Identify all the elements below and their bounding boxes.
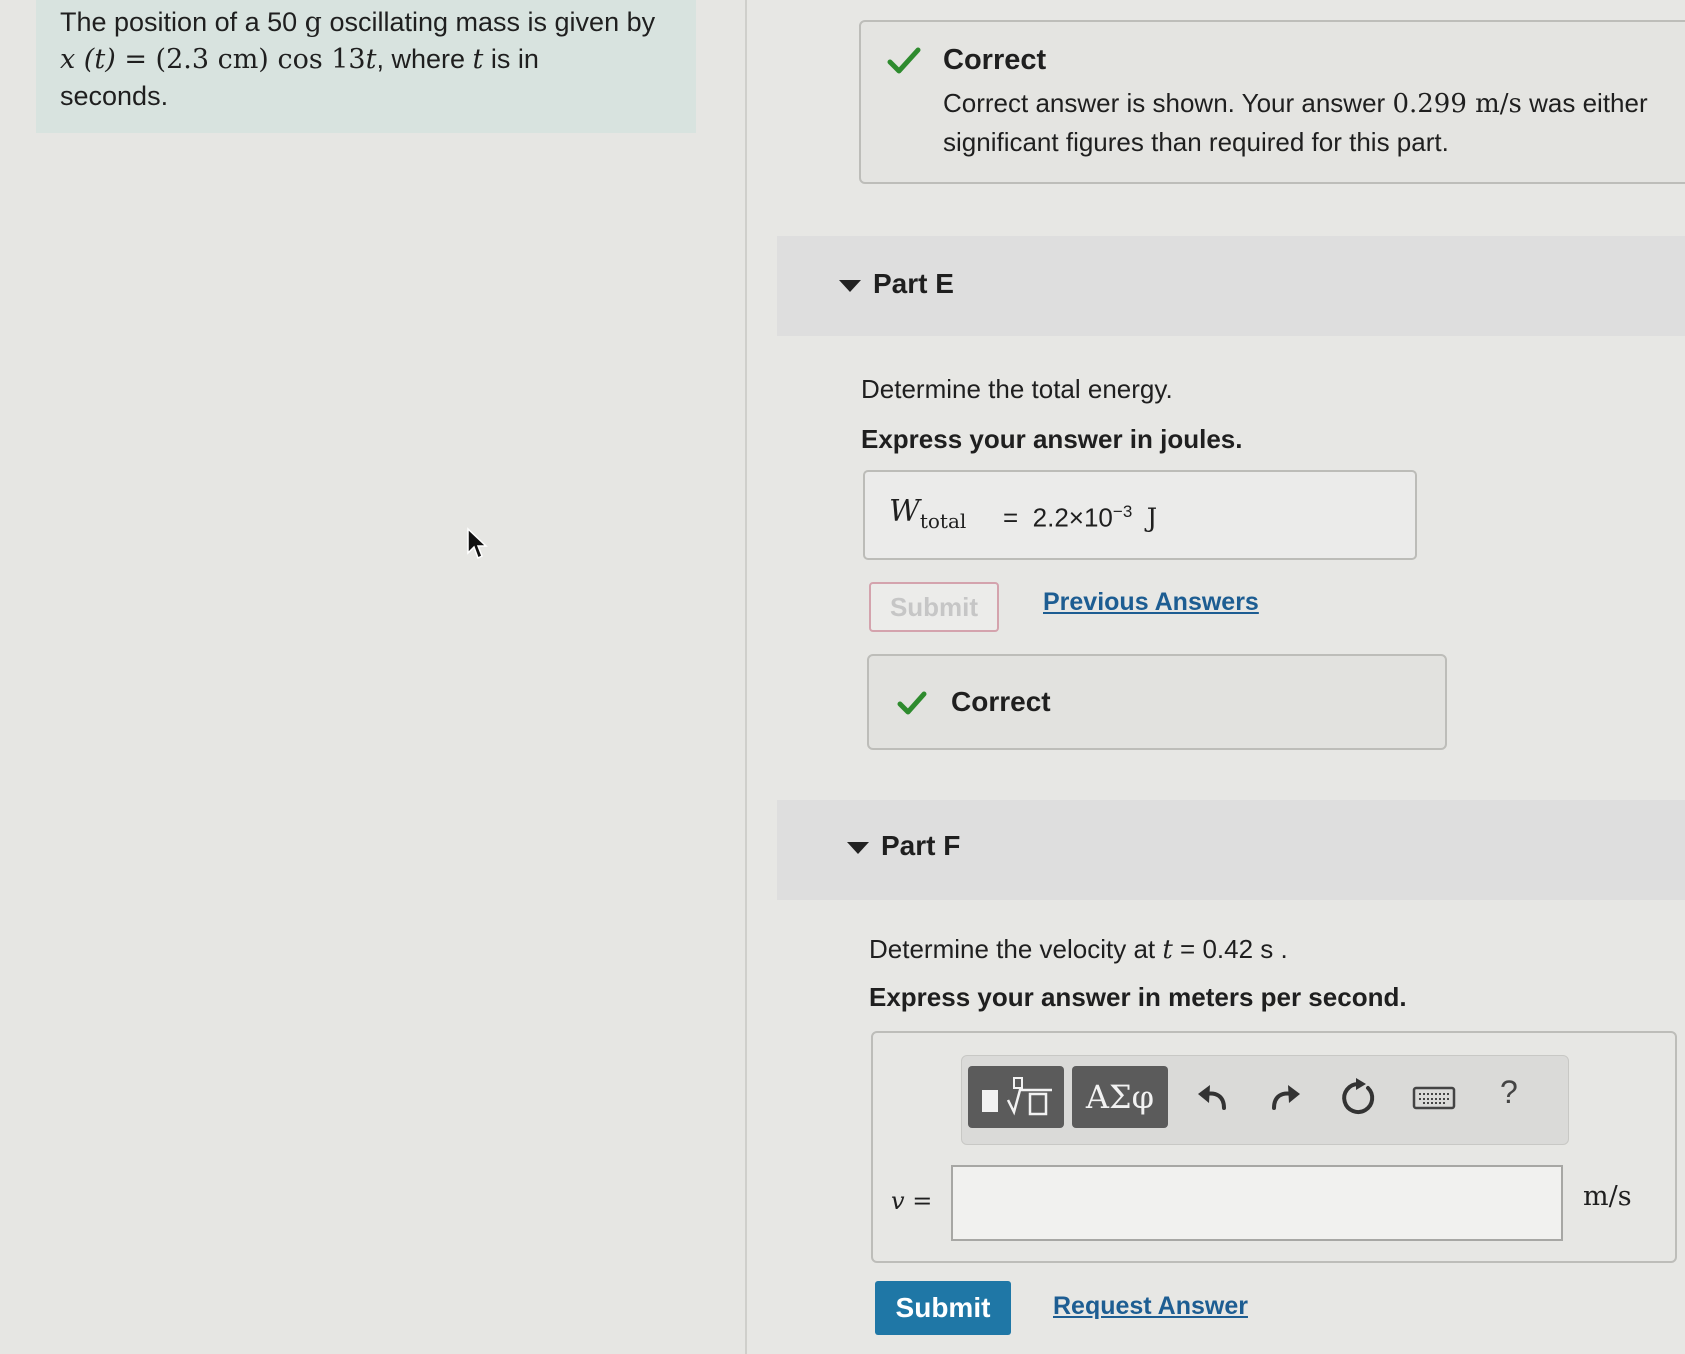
feedback-title: Correct xyxy=(943,44,1047,76)
greek-symbols-button[interactable]: ΑΣφ xyxy=(1072,1066,1168,1128)
feedback-message: Correct answer is shown. Your answer 0.2… xyxy=(943,84,1685,161)
mouse-cursor-icon xyxy=(467,527,488,560)
answer-panel: Correct Correct answer is shown. Your an… xyxy=(747,0,1685,1354)
answer-unit: J xyxy=(1146,503,1158,534)
part-e-header[interactable]: Part E xyxy=(777,236,1685,336)
part-f-header[interactable]: Part F xyxy=(777,800,1685,900)
problem-text-part: , where xyxy=(376,44,473,74)
feedback-answer-value: 0.299 m/s xyxy=(1392,89,1522,119)
part-e-answer-box: Wtotal = 2.2×10−3 J xyxy=(863,470,1417,560)
redo-icon[interactable] xyxy=(1264,1078,1304,1118)
equation-lhs: x (t) xyxy=(60,44,116,75)
velocity-answer-input[interactable] xyxy=(951,1165,1563,1241)
part-f-instruction: Express your answer in meters per second… xyxy=(869,982,1407,1012)
answer-equals: = xyxy=(1003,502,1019,533)
problem-text-part: The position of a 50 xyxy=(60,7,305,37)
variable-label: v = xyxy=(891,1187,933,1215)
feedback-text: Correct answer is shown. Your answer xyxy=(943,88,1393,118)
templates-button[interactable] xyxy=(968,1066,1064,1128)
templates-icon xyxy=(982,1077,1052,1116)
equation-cos: cos 13 xyxy=(268,44,366,75)
part-d-feedback: Correct Correct answer is shown. Your an… xyxy=(859,20,1685,184)
equation-equals: = xyxy=(115,44,156,75)
question-text: Determine the velocity at xyxy=(869,934,1163,964)
part-e-question: Determine the total energy. xyxy=(861,374,1173,404)
keyboard-icon[interactable] xyxy=(1412,1082,1456,1114)
part-e-instruction: Express your answer in joules. xyxy=(861,424,1243,454)
answer-variable-subscript: total xyxy=(919,509,967,533)
feedback-text: was either xyxy=(1521,88,1648,118)
equation-amplitude: (2.3 cm) xyxy=(155,44,269,75)
answer-value: = 2.2×10−3 J xyxy=(1003,502,1157,534)
part-f-question: Determine the velocity at t = 0.42 s . xyxy=(869,934,1288,965)
feedback-text: significant figures than required for th… xyxy=(943,127,1449,157)
problem-statement: The position of a 50 g oscillating mass … xyxy=(60,4,680,114)
part-e-submit-button[interactable]: Submit xyxy=(869,582,999,632)
question-variable: t xyxy=(1162,935,1173,965)
checkmark-icon xyxy=(897,691,927,715)
math-answer-editor: ΑΣφ ? v = m/s xyxy=(871,1031,1677,1263)
unit-label: m/s xyxy=(1583,1181,1632,1212)
problem-text-part: oscillating mass is given by xyxy=(321,7,656,37)
part-f-submit-button[interactable]: Submit xyxy=(875,1281,1011,1335)
math-toolbar: ΑΣφ ? xyxy=(961,1055,1569,1145)
help-button[interactable]: ? xyxy=(1500,1074,1518,1111)
problem-text-part: seconds. xyxy=(60,81,169,111)
feedback-title: Correct xyxy=(951,686,1051,717)
part-e-feedback: Correct xyxy=(867,654,1447,750)
collapse-caret-icon[interactable] xyxy=(847,842,869,854)
problem-text-part: is in xyxy=(483,44,539,74)
part-e-title: Part E xyxy=(873,268,954,299)
answer-variable-main: W xyxy=(889,494,920,529)
previous-answers-link[interactable]: Previous Answers xyxy=(1043,588,1259,617)
checkmark-icon xyxy=(887,47,921,74)
reset-icon[interactable] xyxy=(1338,1078,1378,1118)
answer-mantissa: 2.2×10 xyxy=(1032,502,1113,533)
collapse-caret-icon[interactable] xyxy=(839,280,861,292)
answer-variable: Wtotal xyxy=(889,494,966,533)
problem-mass-unit: g xyxy=(304,7,322,38)
request-answer-link[interactable]: Request Answer xyxy=(1053,1292,1248,1321)
undo-icon[interactable] xyxy=(1194,1078,1234,1118)
part-f-title: Part F xyxy=(881,830,961,861)
problem-panel: The position of a 50 g oscillating mass … xyxy=(0,0,747,1354)
equation-t: t xyxy=(472,44,484,75)
question-text: = 0.42 s . xyxy=(1172,934,1288,964)
answer-exponent: −3 xyxy=(1112,502,1133,521)
equation-t: t xyxy=(365,44,377,75)
problem-statement-box: The position of a 50 g oscillating mass … xyxy=(36,0,696,133)
